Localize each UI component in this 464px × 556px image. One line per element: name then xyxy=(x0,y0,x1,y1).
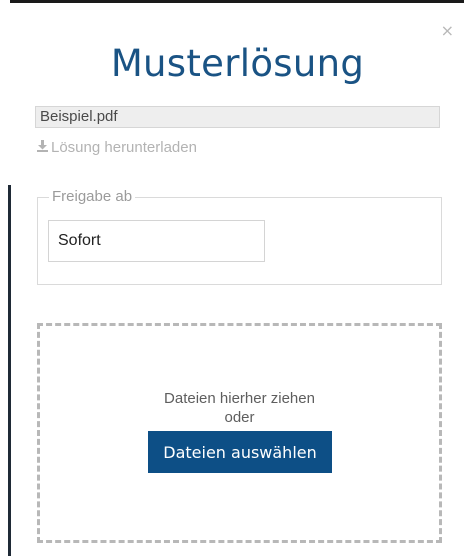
download-solution-link[interactable]: Lösung herunterladen xyxy=(37,139,197,156)
select-files-button[interactable]: Dateien auswählen xyxy=(148,431,332,473)
release-date-input[interactable]: Sofort xyxy=(48,220,265,262)
modal-title: Musterlösung xyxy=(110,42,365,85)
download-link-label: Lösung herunterladen xyxy=(51,139,197,156)
download-icon xyxy=(37,139,51,156)
drop-instruction-or: oder xyxy=(224,409,255,426)
close-button[interactable]: × xyxy=(441,23,454,39)
release-fieldset: Freigabe ab Sofort xyxy=(37,187,442,285)
drop-instruction: Dateien hierher ziehen xyxy=(164,390,315,407)
file-dropzone[interactable]: Dateien hierher ziehen oder Dateien ausw… xyxy=(37,323,442,543)
file-name-field: Beispiel.pdf xyxy=(35,106,440,128)
solution-modal: × Musterlösung Beispiel.pdf Lösung herun… xyxy=(11,3,464,556)
release-legend: Freigabe ab xyxy=(49,187,136,207)
